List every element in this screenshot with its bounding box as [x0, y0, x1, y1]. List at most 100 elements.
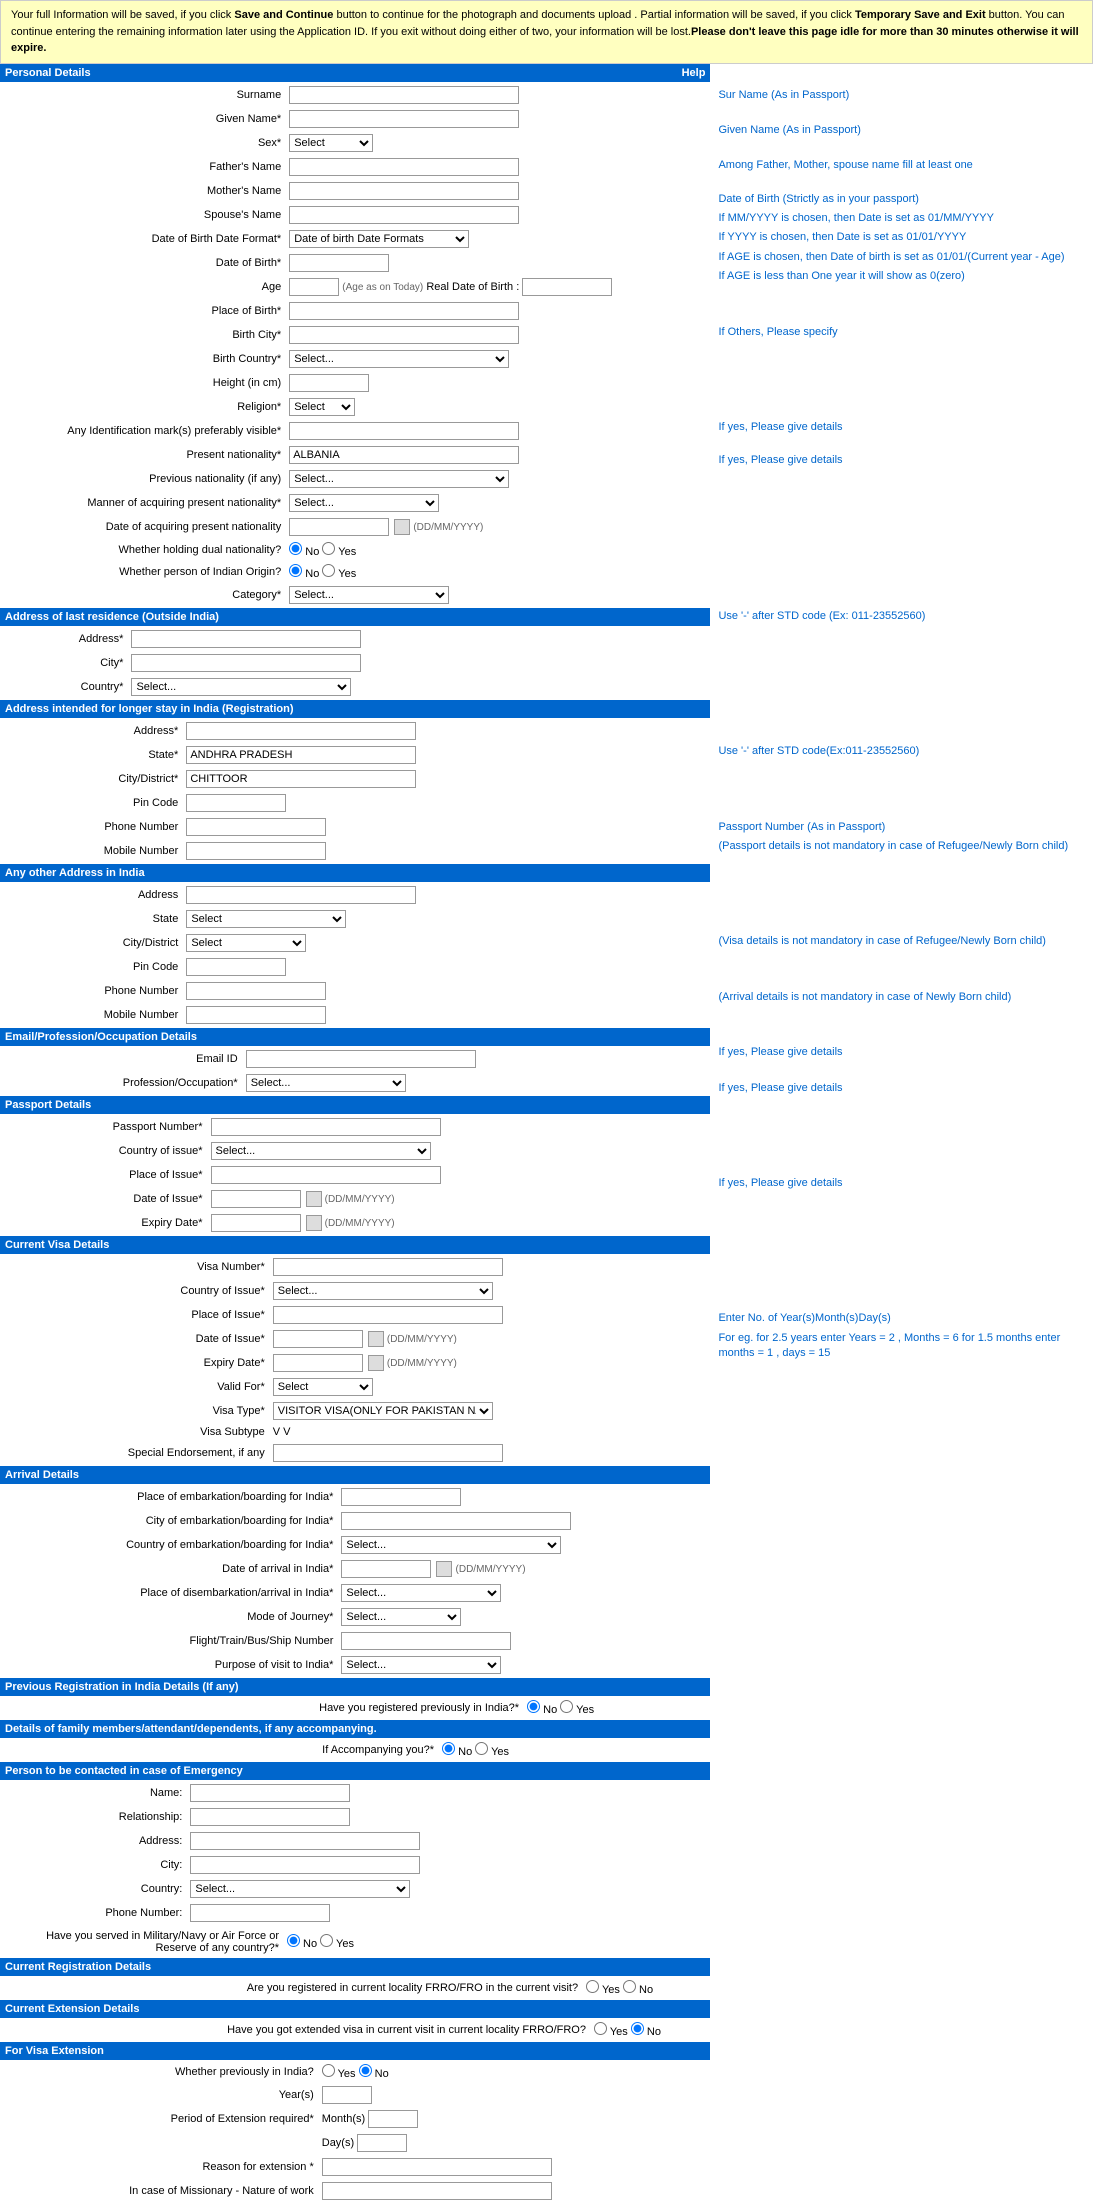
flight-number-input[interactable]	[341, 1632, 511, 1650]
reason-extension-input[interactable]	[322, 2158, 552, 2176]
other-address-input[interactable]	[186, 886, 416, 904]
emerg-city-input[interactable]	[190, 1856, 420, 1874]
reg-state-input[interactable]	[186, 746, 416, 764]
previous-nationality-select[interactable]: Select...	[289, 470, 509, 488]
visa-country-select[interactable]: Select...	[273, 1282, 493, 1300]
indian-origin-no-label[interactable]: No	[289, 568, 319, 580]
prev-india-no-label[interactable]: No	[359, 2068, 389, 2080]
accompanying-yes-radio[interactable]	[475, 1742, 488, 1755]
months-input[interactable]	[368, 2110, 418, 2128]
cal-icon-passport-issue[interactable]	[306, 1191, 322, 1207]
emerg-relationship-input[interactable]	[190, 1808, 350, 1826]
place-embarkation-input[interactable]	[341, 1488, 461, 1506]
days-input[interactable]	[357, 2134, 407, 2152]
extended-yes-label[interactable]: Yes	[594, 2026, 628, 2038]
cal-icon-passport-expiry[interactable]	[306, 1215, 322, 1231]
emerg-country-select[interactable]: Select...	[190, 1880, 410, 1898]
military-no-radio[interactable]	[287, 1934, 300, 1947]
visa-expiry-input[interactable]	[273, 1354, 363, 1372]
profession-select[interactable]: Select...	[246, 1074, 406, 1092]
military-no-label[interactable]: No	[287, 1938, 317, 1950]
reg-pin-input[interactable]	[186, 794, 286, 812]
frro-no-radio[interactable]	[623, 1980, 636, 1993]
other-pin-input[interactable]	[186, 958, 286, 976]
special-endorsement-input[interactable]	[273, 1444, 503, 1462]
indian-origin-yes-radio[interactable]	[322, 564, 335, 577]
reg-address-input[interactable]	[186, 722, 416, 740]
accompanying-no-label[interactable]: No	[442, 1746, 472, 1758]
other-state-select[interactable]: Select	[186, 910, 346, 928]
date-acquiring-input[interactable]	[289, 518, 389, 536]
place-of-birth-input[interactable]	[289, 302, 519, 320]
accompanying-yes-label[interactable]: Yes	[475, 1746, 509, 1758]
prev-india-yes-radio[interactable]	[322, 2064, 335, 2077]
fathers-name-input[interactable]	[289, 158, 519, 176]
category-select[interactable]: Select...	[289, 586, 449, 604]
dual-yes-radio[interactable]	[322, 542, 335, 555]
religion-select[interactable]: Select Hindu Muslim Christian Sikh Buddh…	[289, 398, 355, 416]
visa-issue-date-input[interactable]	[273, 1330, 363, 1348]
visa-type-select[interactable]: VISITOR VISA(ONLY FOR PAKISTAN NATIONALS…	[273, 1402, 493, 1420]
extended-no-radio[interactable]	[631, 2022, 644, 2035]
last-address-input[interactable]	[131, 630, 361, 648]
present-nationality-input[interactable]	[289, 446, 519, 464]
other-phone-input[interactable]	[186, 982, 326, 1000]
dob-input[interactable]	[289, 254, 389, 272]
prev-reg-yes-radio[interactable]	[560, 1700, 573, 1713]
valid-for-select[interactable]: Select	[273, 1378, 373, 1396]
reg-phone-input[interactable]	[186, 818, 326, 836]
indian-origin-yes-label[interactable]: Yes	[322, 568, 356, 580]
other-city-select[interactable]: Select	[186, 934, 306, 952]
birth-country-select[interactable]: Select...	[289, 350, 509, 368]
cal-icon-acquiring[interactable]	[394, 519, 410, 535]
frro-no-label[interactable]: No	[623, 1984, 653, 1996]
sex-select[interactable]: Select Male Female Transgender	[289, 134, 373, 152]
passport-country-select[interactable]: Select...	[211, 1142, 431, 1160]
emerg-address-input[interactable]	[190, 1832, 420, 1850]
mothers-name-input[interactable]	[289, 182, 519, 200]
years-input[interactable]	[322, 2086, 372, 2104]
military-yes-radio[interactable]	[320, 1934, 333, 1947]
given-name-input[interactable]	[289, 110, 519, 128]
passport-expiry-input[interactable]	[211, 1214, 301, 1232]
age-input[interactable]	[289, 278, 339, 296]
place-disembarkation-select[interactable]: Select...	[341, 1584, 501, 1602]
prev-india-yes-label[interactable]: Yes	[322, 2068, 356, 2080]
extended-yes-radio[interactable]	[594, 2022, 607, 2035]
emerg-phone-input[interactable]	[190, 1904, 330, 1922]
cal-icon-visa-issue[interactable]	[368, 1331, 384, 1347]
passport-place-input[interactable]	[211, 1166, 441, 1184]
date-arrival-input[interactable]	[341, 1560, 431, 1578]
visa-number-input[interactable]	[273, 1258, 503, 1276]
country-embarkation-select[interactable]: Select...	[341, 1536, 561, 1554]
other-mobile-input[interactable]	[186, 1006, 326, 1024]
accompanying-no-radio[interactable]	[442, 1742, 455, 1755]
height-input[interactable]	[289, 374, 369, 392]
visa-place-input[interactable]	[273, 1306, 503, 1324]
extended-no-label[interactable]: No	[631, 2026, 661, 2038]
identification-input[interactable]	[289, 422, 519, 440]
reg-city-input[interactable]	[186, 770, 416, 788]
spouses-name-input[interactable]	[289, 206, 519, 224]
prev-india-no-radio[interactable]	[359, 2064, 372, 2077]
purpose-visit-select[interactable]: Select...	[341, 1656, 501, 1674]
prev-reg-yes-label[interactable]: Yes	[560, 1704, 594, 1716]
passport-number-input[interactable]	[211, 1118, 441, 1136]
dual-yes-label[interactable]: Yes	[322, 546, 356, 558]
cal-icon-arrival[interactable]	[436, 1561, 452, 1577]
surname-input[interactable]	[289, 86, 519, 104]
city-embarkation-input[interactable]	[341, 1512, 571, 1530]
email-input[interactable]	[246, 1050, 476, 1068]
birth-city-input[interactable]	[289, 326, 519, 344]
missionary-input[interactable]	[322, 2182, 552, 2200]
dual-no-label[interactable]: No	[289, 546, 319, 558]
prev-reg-no-radio[interactable]	[527, 1700, 540, 1713]
last-city-input[interactable]	[131, 654, 361, 672]
emerg-name-input[interactable]	[190, 1784, 350, 1802]
manner-acquiring-select[interactable]: Select...	[289, 494, 439, 512]
military-yes-label[interactable]: Yes	[320, 1938, 354, 1950]
mode-journey-select[interactable]: Select...	[341, 1608, 461, 1626]
dob-format-select[interactable]: Date of birth Date Formats DD/MM/YYYY MM…	[289, 230, 469, 248]
cal-icon-visa-expiry[interactable]	[368, 1355, 384, 1371]
dual-no-radio[interactable]	[289, 542, 302, 555]
